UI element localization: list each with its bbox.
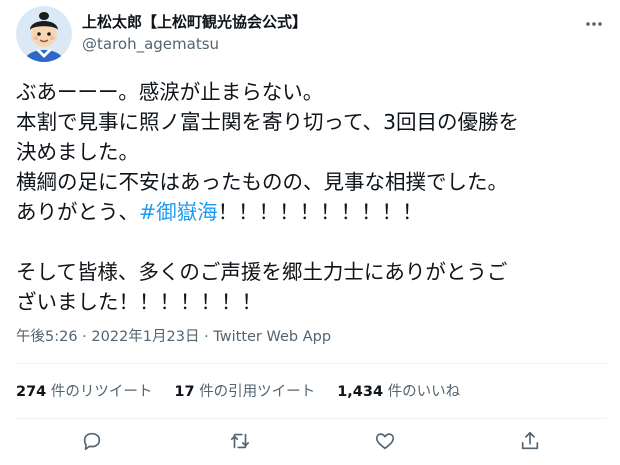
tweet-text: ぶあーーー。感涙が止まらない。 本割で見事に照ノ富士関を寄り切って、3回目の優勝…: [16, 77, 612, 317]
like-button[interactable]: [370, 428, 400, 458]
reply-button[interactable]: [77, 428, 107, 458]
tweet-line: 決めました。: [16, 140, 139, 164]
quotes-label: 件の引用ツイート: [199, 384, 316, 400]
retweets-label: 件のリツイート: [50, 384, 153, 400]
retweet-icon: [229, 430, 251, 456]
tweet-stats: 274 件のリツイート 17 件の引用ツイート 1,434 件のいいね: [16, 382, 482, 402]
retweets-count: 274: [16, 384, 47, 400]
avatar[interactable]: [16, 6, 72, 62]
tweet-text-segment: ！！！！！！！！！！: [217, 200, 423, 224]
share-icon: [519, 430, 541, 456]
divider: [16, 363, 606, 364]
user-info: 上松太郎【上松町観光協会公式】 @taroh_agematsu: [82, 12, 307, 54]
likes-count: 1,434: [337, 384, 384, 400]
tweet-text-segment: ありがとう、: [16, 200, 139, 224]
hashtag-link[interactable]: #御嶽海: [139, 200, 218, 224]
reply-icon: [81, 430, 103, 456]
quotes-stat[interactable]: 17 件の引用ツイート: [174, 382, 315, 402]
tweet-line: 横綱の足に不安はあったものの、見事な相撲でした。: [16, 170, 508, 194]
heart-icon: [374, 430, 396, 456]
user-handle[interactable]: @taroh_agematsu: [82, 34, 307, 54]
tweet-header: 上松太郎【上松町観光協会公式】 @taroh_agematsu: [16, 6, 606, 62]
tweet-line: ぶあーーー。感涙が止まらない。: [16, 80, 324, 104]
retweets-stat[interactable]: 274 件のリツイート: [16, 382, 152, 402]
quotes-count: 17: [174, 384, 195, 400]
likes-label: 件のいいね: [387, 384, 461, 400]
divider: [16, 418, 606, 419]
tweet-line: ざいました！！！！！！！: [16, 290, 262, 314]
action-bar: [0, 428, 620, 460]
tweet-line: 本割で見事に照ノ富士関を寄り切って、3回目の優勝を: [16, 110, 519, 134]
tweet-timestamp[interactable]: 午後5:26 · 2022年1月23日 · Twitter Web App: [16, 327, 331, 347]
tweet-card: 上松太郎【上松町観光協会公式】 @taroh_agematsu ぶあーーー。感涙…: [0, 0, 620, 465]
tweet-line: ありがとう、#御嶽海！！！！！！！！！！: [16, 197, 612, 227]
share-button[interactable]: [515, 428, 545, 458]
retweet-button[interactable]: [225, 428, 255, 458]
more-icon[interactable]: [582, 12, 606, 36]
likes-stat[interactable]: 1,434 件のいいね: [337, 382, 460, 402]
tweet-line: そして皆様、多くのご声援を郷土力士にありがとうご: [16, 260, 508, 284]
display-name[interactable]: 上松太郎【上松町観光協会公式】: [82, 12, 307, 32]
